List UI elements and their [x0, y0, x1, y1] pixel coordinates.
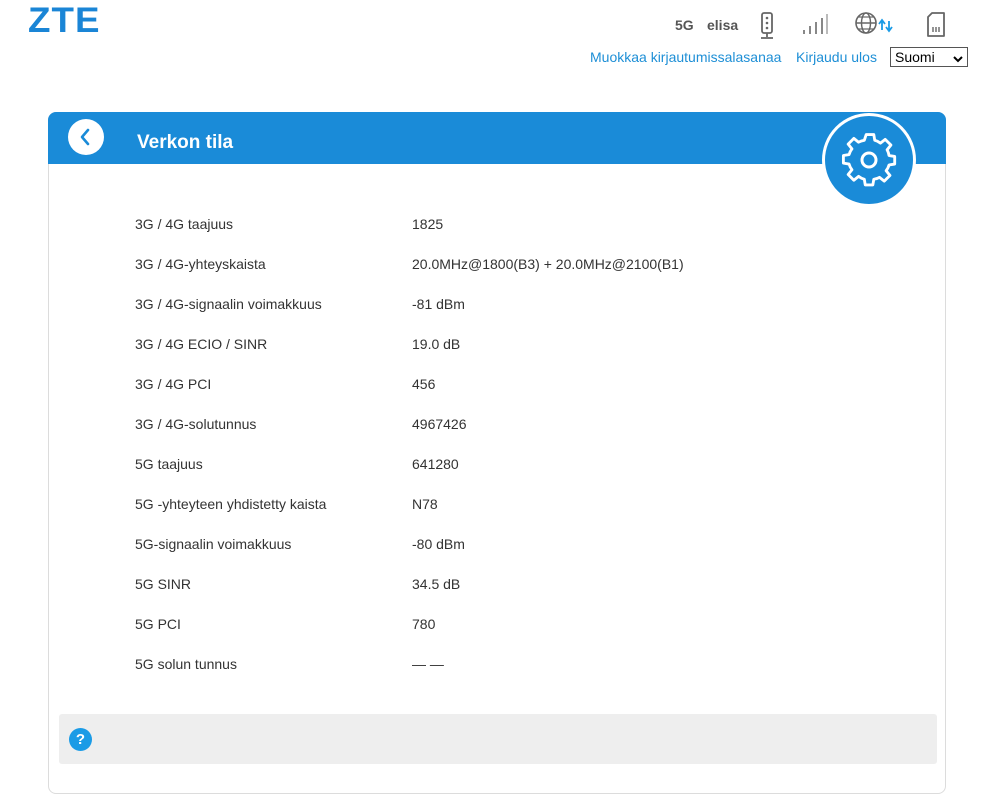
status-row-value: N78 — [412, 496, 438, 512]
gear-icon — [841, 133, 897, 187]
language-selected-value: Suomi — [895, 49, 935, 65]
back-arrow-icon — [80, 128, 90, 146]
card-header: Verkon tila — [48, 112, 946, 164]
status-row-value: -81 dBm — [412, 296, 465, 312]
status-row-label: 5G taajuus — [135, 456, 203, 472]
status-row-label: 5G PCI — [135, 616, 181, 632]
change-password-link[interactable]: Muokkaa kirjautumissalasanaa — [590, 49, 781, 65]
status-row-label: 3G / 4G PCI — [135, 376, 212, 392]
network-status-card: Verkon tila 3G / 4G taajuus 1825 3G / 4G-y… — [48, 112, 946, 794]
status-row-value: 1825 — [412, 216, 444, 232]
status-row-label: 5G-signaalin voimakkuus — [135, 536, 292, 552]
chevron-down-icon — [952, 51, 964, 69]
status-row-value: -80 dBm — [412, 536, 465, 552]
status-row-label: 3G / 4G-signaalin voimakkuus — [135, 296, 322, 312]
help-bar: ? — [59, 714, 937, 764]
operator-name: elisa — [707, 17, 739, 33]
page-title: Verkon tila — [137, 132, 234, 153]
internet-connection-icon — [854, 12, 896, 41]
status-row-label: 3G / 4G taajuus — [135, 216, 234, 232]
language-select[interactable]: Suomi — [890, 47, 968, 67]
status-row-value: 641280 — [412, 456, 459, 472]
status-row-value: 34.5 dB — [412, 576, 461, 592]
status-row-value: — — — [412, 656, 444, 672]
status-row-value: 20.0MHz@1800(B3) + 20.0MHz@2100(B1) — [412, 256, 684, 272]
status-row-label: 5G SINR — [135, 576, 192, 592]
back-button[interactable] — [68, 119, 104, 155]
sim-card-icon — [926, 12, 946, 43]
status-row-label: 3G / 4G ECIO / SINR — [135, 336, 268, 352]
status-row-value: 19.0 dB — [412, 336, 461, 352]
help-icon[interactable]: ? — [69, 728, 92, 751]
status-row-label: 5G solun tunnus — [135, 656, 237, 672]
status-row-value: 4967426 — [412, 416, 467, 432]
status-bar: 5G elisa — [0, 0, 994, 44]
logout-link[interactable]: Kirjaudu ulos — [796, 49, 877, 65]
status-row-label: 5G -yhteyteen yhdistetty kaista — [135, 496, 327, 512]
network-type-label: 5G — [675, 17, 694, 33]
status-row-value: 456 — [412, 376, 436, 392]
status-row-label: 3G / 4G-yhteyskaista — [135, 256, 266, 272]
device-status-icon — [759, 12, 775, 45]
status-row-value: 780 — [412, 616, 436, 632]
settings-badge — [822, 113, 916, 207]
status-row-label: 3G / 4G-solutunnus — [135, 416, 257, 432]
signal-strength-icon — [802, 13, 828, 40]
